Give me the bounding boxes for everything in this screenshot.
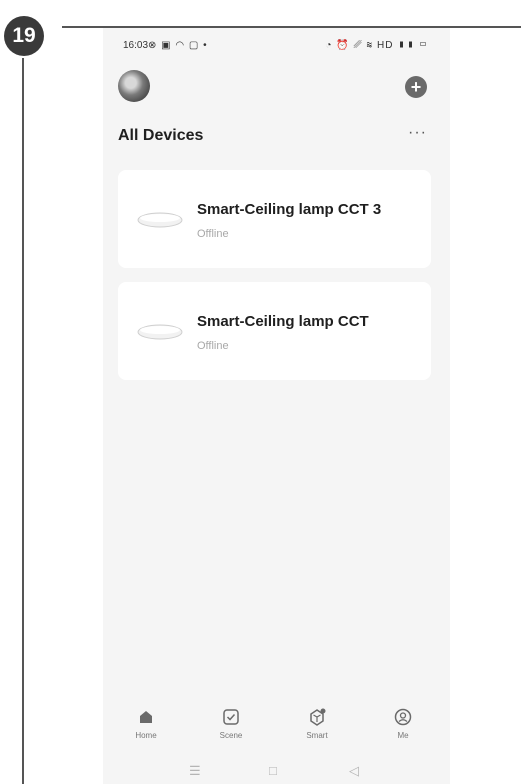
status-time: 16:03 <box>123 40 149 51</box>
home-icon <box>140 711 152 723</box>
me-icon <box>394 708 412 726</box>
status-bar: 16:03 ⊗ ▣ ◠ ▢ • ◔ ⏰ ␥ ≋ HD ▮▮ ▭ <box>103 40 450 56</box>
tab-label: Me <box>397 731 409 740</box>
tab-me[interactable]: Me <box>373 706 433 740</box>
back-nav-icon[interactable]: ◁ <box>349 763 359 779</box>
device-card[interactable]: Smart-Ceiling lamp CCT 3 Offline <box>118 170 431 268</box>
device-name: Smart-Ceiling lamp CCT <box>197 313 369 330</box>
device-status: Offline <box>197 228 229 240</box>
home-nav-icon[interactable]: □ <box>269 763 277 778</box>
tab-scene[interactable]: Scene <box>201 706 261 740</box>
page-title: All Devices <box>118 127 204 144</box>
ceiling-lamp-icon <box>137 324 183 340</box>
smart-icon <box>310 708 326 726</box>
step-number-badge: 19 <box>4 16 44 56</box>
tab-label: Smart <box>306 731 328 740</box>
device-name: Smart-Ceiling lamp CCT 3 <box>197 201 382 218</box>
system-status-icons: ◔ ⏰ ␥ ≋ HD ▮▮ ▭ <box>325 40 428 51</box>
tab-smart[interactable]: Smart <box>287 706 347 740</box>
system-nav-bar: ☰ □ ◁ <box>103 760 450 784</box>
ceiling-lamp-icon <box>137 212 183 228</box>
more-options-icon[interactable]: ··· <box>408 124 427 142</box>
bottom-tab-bar: Home Scene Smart Me <box>103 706 450 754</box>
phone-screen: 16:03 ⊗ ▣ ◠ ▢ • ◔ ⏰ ␥ ≋ HD ▮▮ ▭ + All De… <box>103 28 450 784</box>
tab-label: Home <box>135 731 157 740</box>
device-status: Offline <box>197 340 229 352</box>
menu-nav-icon[interactable]: ☰ <box>189 763 201 779</box>
left-rule-divider <box>22 58 24 784</box>
notification-icons: ⊗ ▣ ◠ ▢ • <box>148 40 208 51</box>
tab-home[interactable]: Home <box>116 706 176 740</box>
scene-icon <box>223 709 239 725</box>
tab-label: Scene <box>219 731 243 740</box>
device-card[interactable]: Smart-Ceiling lamp CCT Offline <box>118 282 431 380</box>
add-device-button[interactable]: + <box>405 76 427 98</box>
avatar[interactable] <box>118 70 150 102</box>
